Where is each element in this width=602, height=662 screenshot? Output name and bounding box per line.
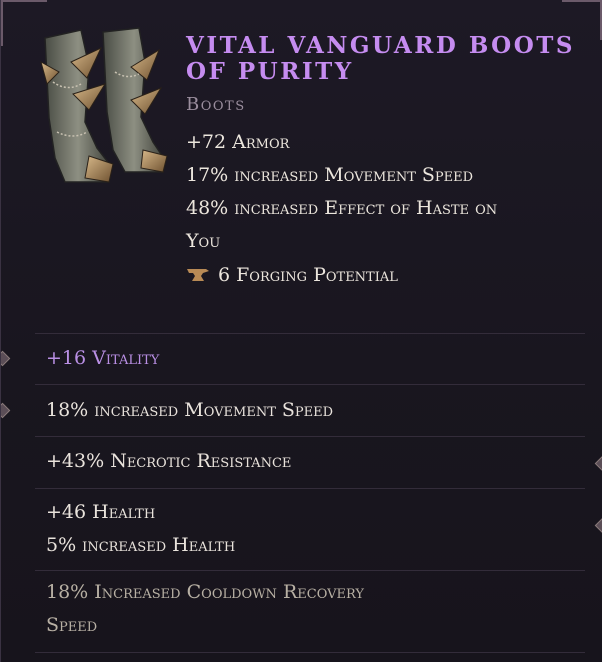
implicit-line: You (186, 230, 221, 252)
divider (35, 384, 585, 385)
divider (35, 488, 585, 489)
divider (35, 436, 585, 437)
implicit-line: 17% increased Movement Speed (186, 164, 474, 186)
item-name: Vital Vanguard Boots of Purity (186, 32, 575, 85)
anvil-icon (187, 269, 209, 281)
affix-line: 18% increased Movement Speed (46, 399, 334, 421)
item-tooltip: Vital Vanguard Boots of Purity Boots +72… (0, 0, 602, 662)
affix-line: +46 Health (46, 501, 156, 523)
boots-item-icon (40, 27, 168, 183)
divider (35, 570, 585, 571)
socket-gem-icon (594, 455, 602, 472)
affix-line: 18% Increased Cooldown Recovery (46, 581, 364, 603)
forging-potential: 6 Forging Potential (186, 264, 398, 286)
item-type: Boots (186, 94, 246, 115)
implicit-stats: +72 Armor 17% increased Movement Speed 4… (186, 126, 566, 258)
affix-line: Speed (46, 614, 98, 636)
divider (35, 333, 585, 334)
affix-line: 5% increased Health (46, 534, 236, 556)
implicit-line: 48% increased Effect of Haste on (186, 197, 498, 219)
socket-gem-icon (594, 517, 602, 534)
implicit-line: +72 Armor (186, 131, 290, 153)
forging-potential-text: 6 Forging Potential (218, 264, 398, 286)
socket-gem-icon (1, 350, 11, 367)
divider (35, 652, 585, 653)
socket-gem-icon (1, 402, 11, 419)
affix-line: +16 Vitality (46, 347, 160, 369)
affix-line: +43% Necrotic Resistance (46, 450, 292, 472)
